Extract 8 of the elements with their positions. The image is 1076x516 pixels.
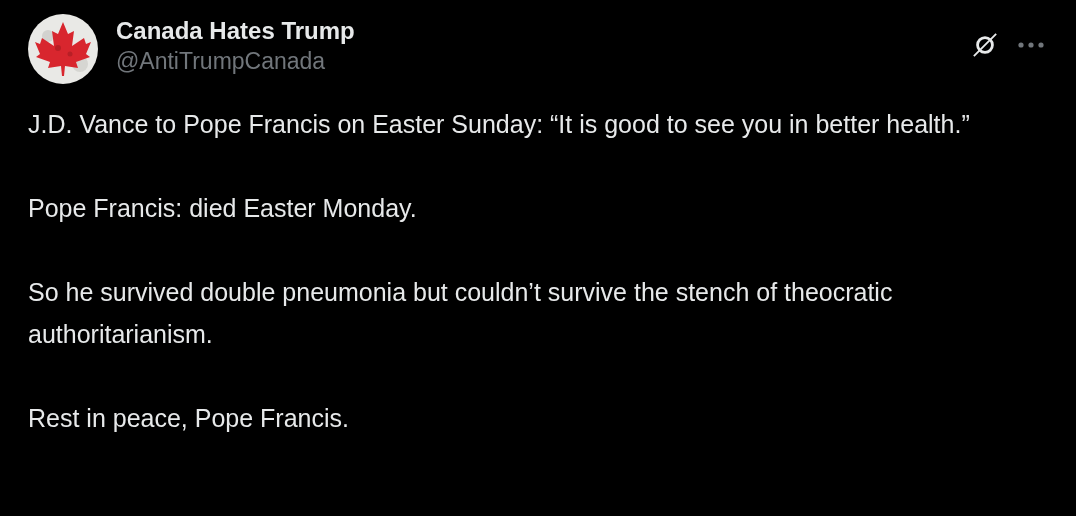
slashed-circle-icon[interactable] (972, 32, 998, 58)
more-icon[interactable] (1018, 42, 1044, 48)
author-name[interactable]: Canada Hates Trump (116, 16, 355, 46)
tweet-paragraph: Rest in peace, Pope Francis. (28, 403, 350, 434)
tweet-paragraph: J.D. Vance to Pope Francis on Easter Sunday: “It is good to see you in better health.” (28, 109, 971, 140)
tweet-paragraph: Pope Francis: died Easter Monday. (28, 193, 418, 224)
tweet-paragraph: So he survived double pneumonia but couldn’t survive the stench of theocratic authoritarianism. (28, 277, 894, 350)
author-handle[interactable]: @AntiTrumpCanada (116, 46, 355, 76)
